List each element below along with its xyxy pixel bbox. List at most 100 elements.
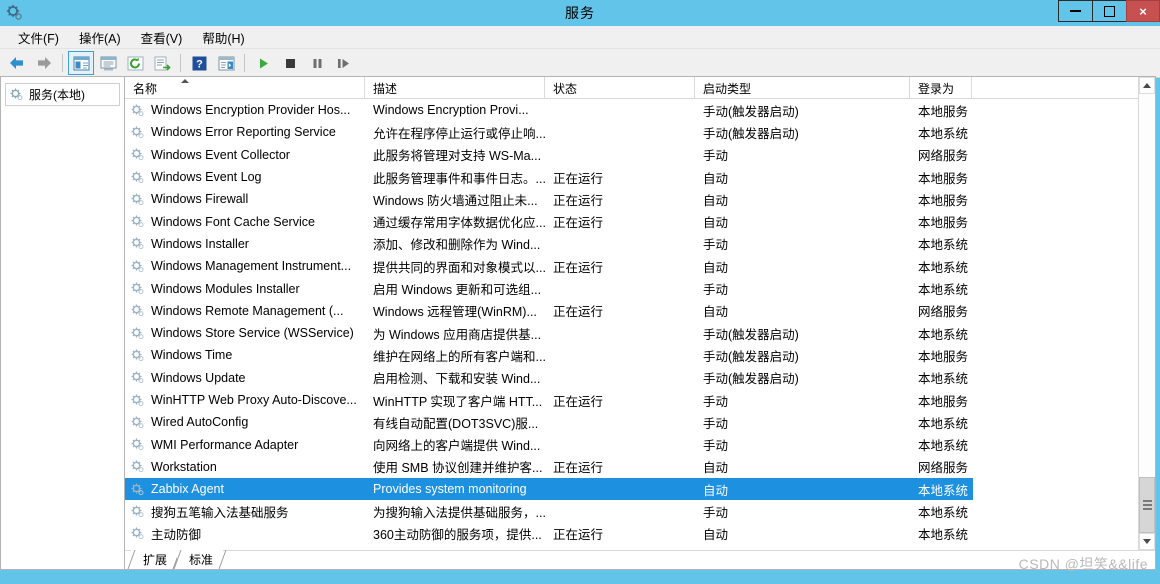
cell-service-name: Windows Error Reporting Service — [125, 125, 365, 139]
minimize-button[interactable] — [1058, 0, 1092, 22]
service-name-label: Windows Firewall — [151, 192, 249, 207]
cell-service-name: Windows Update — [125, 371, 365, 385]
cell-status: 正在运行 — [553, 171, 604, 186]
table-row[interactable]: Windows Encryption Provider Hos... Window… — [125, 99, 1155, 121]
cell-description: 允许在程序停止运行或停止响... — [373, 126, 545, 141]
service-name-label: Zabbix Agent — [151, 482, 224, 497]
pause-service-icon[interactable] — [304, 51, 330, 75]
service-gear-icon — [131, 438, 144, 451]
service-name-label: 主动防御 — [151, 528, 202, 543]
cell-startup-type: 手动 — [703, 283, 729, 298]
table-row[interactable]: Windows Management Instrument... 提供共同的界面和… — [125, 255, 1155, 277]
menu-bar: 文件(F) 操作(A) 查看(V) 帮助(H) — [0, 26, 1160, 49]
refresh-icon[interactable] — [122, 51, 148, 75]
table-row[interactable]: Windows Event Collector 此服务将管理对支持 WS-Ma..… — [125, 144, 1155, 166]
cell-service-name: 搜狗五笔输入法基础服务 — [125, 502, 365, 521]
column-header-startup-type[interactable]: 启动类型 — [695, 77, 910, 98]
cell-log-on-as: 本地系统 — [918, 439, 969, 454]
list-header: 名称 描述 状态 启动类型 登录为 — [125, 77, 1155, 99]
tab-standard[interactable]: 标准 — [177, 550, 224, 569]
maximize-button[interactable] — [1092, 0, 1126, 22]
scrollbar-thumb[interactable] — [1139, 477, 1155, 533]
forward-icon[interactable] — [31, 51, 57, 75]
cell-description: 添加、修改和删除作为 Wind... — [373, 238, 541, 253]
menu-view[interactable]: 查看(V) — [131, 26, 193, 49]
tab-extended[interactable]: 扩展 — [131, 550, 178, 569]
sort-ascending-icon — [181, 79, 189, 83]
main-content: 服务(本地) 名称 描述 状态 启动类型 登录为 Windows Encrypt… — [0, 76, 1156, 570]
table-row[interactable]: 主动防御 360主动防御的服务项，提供... 正在运行 自动 本地系统 — [125, 523, 1155, 545]
cell-description: WinHTTP 实现了客户端 HTT... — [373, 394, 543, 409]
column-header-name-label: 名称 — [133, 82, 158, 96]
column-header-description[interactable]: 描述 — [365, 77, 545, 98]
title-bar: 服务 × — [0, 0, 1160, 26]
table-row[interactable]: Zabbix Agent Provides system monitoring 自动… — [125, 478, 973, 501]
table-row[interactable]: WMI Performance Adapter 向网络上的客户端提供 Wind..… — [125, 433, 1155, 455]
menu-help[interactable]: 帮助(H) — [192, 26, 254, 49]
services-list-view: 名称 描述 状态 启动类型 登录为 Windows Encryption Pro… — [125, 77, 1155, 550]
cell-startup-type: 手动 — [703, 416, 729, 431]
stop-service-icon[interactable] — [277, 51, 303, 75]
cell-startup-type: 手动(触发器启动) — [703, 349, 799, 364]
cell-startup-type: 自动 — [703, 528, 729, 543]
table-row[interactable]: Windows Time 维护在网络上的所有客户端和... 手动(触发器启动) 本地服… — [125, 344, 1155, 366]
column-header-filler[interactable] — [972, 77, 1155, 98]
cell-status: 正在运行 — [553, 305, 604, 320]
cell-description: Windows 远程管理(WinRM)... — [373, 305, 537, 320]
table-row[interactable]: Windows Update 启用检测、下载和安装 Wind... 手动(触发器启动… — [125, 367, 1155, 389]
service-gear-icon — [131, 104, 144, 116]
cell-description: 为 Windows 应用商店提供基... — [373, 327, 542, 342]
service-gear-icon — [131, 393, 144, 406]
start-service-icon[interactable] — [250, 51, 276, 75]
close-button[interactable]: × — [1126, 0, 1160, 22]
scrollbar-track[interactable] — [1139, 94, 1155, 533]
table-row[interactable]: Windows Error Reporting Service 允许在程序停止运行… — [125, 121, 1155, 143]
table-row[interactable]: Windows Modules Installer 启用 Windows 更新和可… — [125, 277, 1155, 299]
menu-file[interactable]: 文件(F) — [8, 26, 69, 49]
chevron-up-icon — [1143, 83, 1151, 88]
table-row[interactable]: Windows Font Cache Service 通过缓存常用字体数据优化应.… — [125, 210, 1155, 232]
table-row[interactable]: Windows Remote Management (... Windows 远程… — [125, 300, 1155, 322]
cell-status: 正在运行 — [553, 260, 604, 275]
cell-description: 向网络上的客户端提供 Wind... — [373, 439, 541, 454]
cell-service-name: Windows Encryption Provider Hos... — [125, 103, 365, 117]
back-icon[interactable] — [4, 51, 30, 75]
table-row[interactable]: Wired AutoConfig 有线自动配置(DOT3SVC)服... 手动 本地系… — [125, 411, 1155, 433]
console-tree-pane: 服务(本地) — [0, 76, 124, 570]
table-row[interactable]: Windows Firewall Windows 防火墙通过阻止未... 正在运行 自… — [125, 188, 1155, 210]
vertical-scrollbar[interactable] — [1138, 77, 1155, 550]
show-hide-console-tree-icon[interactable] — [68, 51, 94, 75]
service-name-label: WMI Performance Adapter — [151, 437, 299, 452]
cell-startup-type: 手动(触发器启动) — [703, 126, 799, 141]
service-name-label: Windows Store Service (WSService) — [151, 326, 354, 341]
scroll-up-button[interactable] — [1139, 77, 1155, 94]
cell-service-name: Wired AutoConfig — [125, 415, 365, 429]
tree-node-services-local[interactable]: 服务(本地) — [5, 83, 120, 106]
cell-log-on-as: 本地服务 — [918, 216, 969, 231]
cell-description: 维护在网络上的所有客户端和... — [373, 349, 545, 364]
scroll-down-button[interactable] — [1139, 533, 1155, 550]
show-action-pane-icon[interactable] — [213, 51, 239, 75]
column-header-status[interactable]: 状态 — [545, 77, 695, 98]
table-row[interactable]: WinHTTP Web Proxy Auto-Discove... WinHTTP… — [125, 389, 1155, 411]
table-row[interactable]: 搜狗五笔输入法基础服务 为搜狗输入法提供基础服务，... 手动 本地系统 — [125, 500, 1155, 522]
menu-action[interactable]: 操作(A) — [69, 26, 131, 49]
cell-log-on-as: 本地服务 — [918, 394, 969, 409]
help-icon[interactable]: ? — [186, 51, 212, 75]
table-row[interactable]: Windows Event Log 此服务管理事件和事件日志。... 正在运行 自动 本… — [125, 166, 1155, 188]
table-row[interactable]: Windows Store Service (WSService) 为 Windo… — [125, 322, 1155, 344]
cell-description: 360主动防御的服务项，提供... — [373, 528, 542, 543]
export-list-icon[interactable] — [149, 51, 175, 75]
column-header-name[interactable]: 名称 — [125, 77, 365, 98]
service-gear-icon — [131, 483, 144, 495]
cell-startup-type: 自动 — [703, 260, 729, 275]
properties-icon[interactable] — [95, 51, 121, 75]
column-header-log-on-as[interactable]: 登录为 — [910, 77, 972, 98]
cell-service-name: Windows Modules Installer — [125, 282, 365, 296]
table-row[interactable]: Windows Installer 添加、修改和删除作为 Wind... 手动 本地系… — [125, 233, 1155, 255]
cell-log-on-as: 网络服务 — [918, 305, 969, 320]
restart-service-icon[interactable] — [331, 51, 357, 75]
table-row[interactable]: Workstation 使用 SMB 协议创建并维护客... 正在运行 自动 网络服务 — [125, 456, 1155, 478]
service-gear-icon — [131, 460, 144, 473]
service-name-label: Workstation — [151, 459, 217, 474]
